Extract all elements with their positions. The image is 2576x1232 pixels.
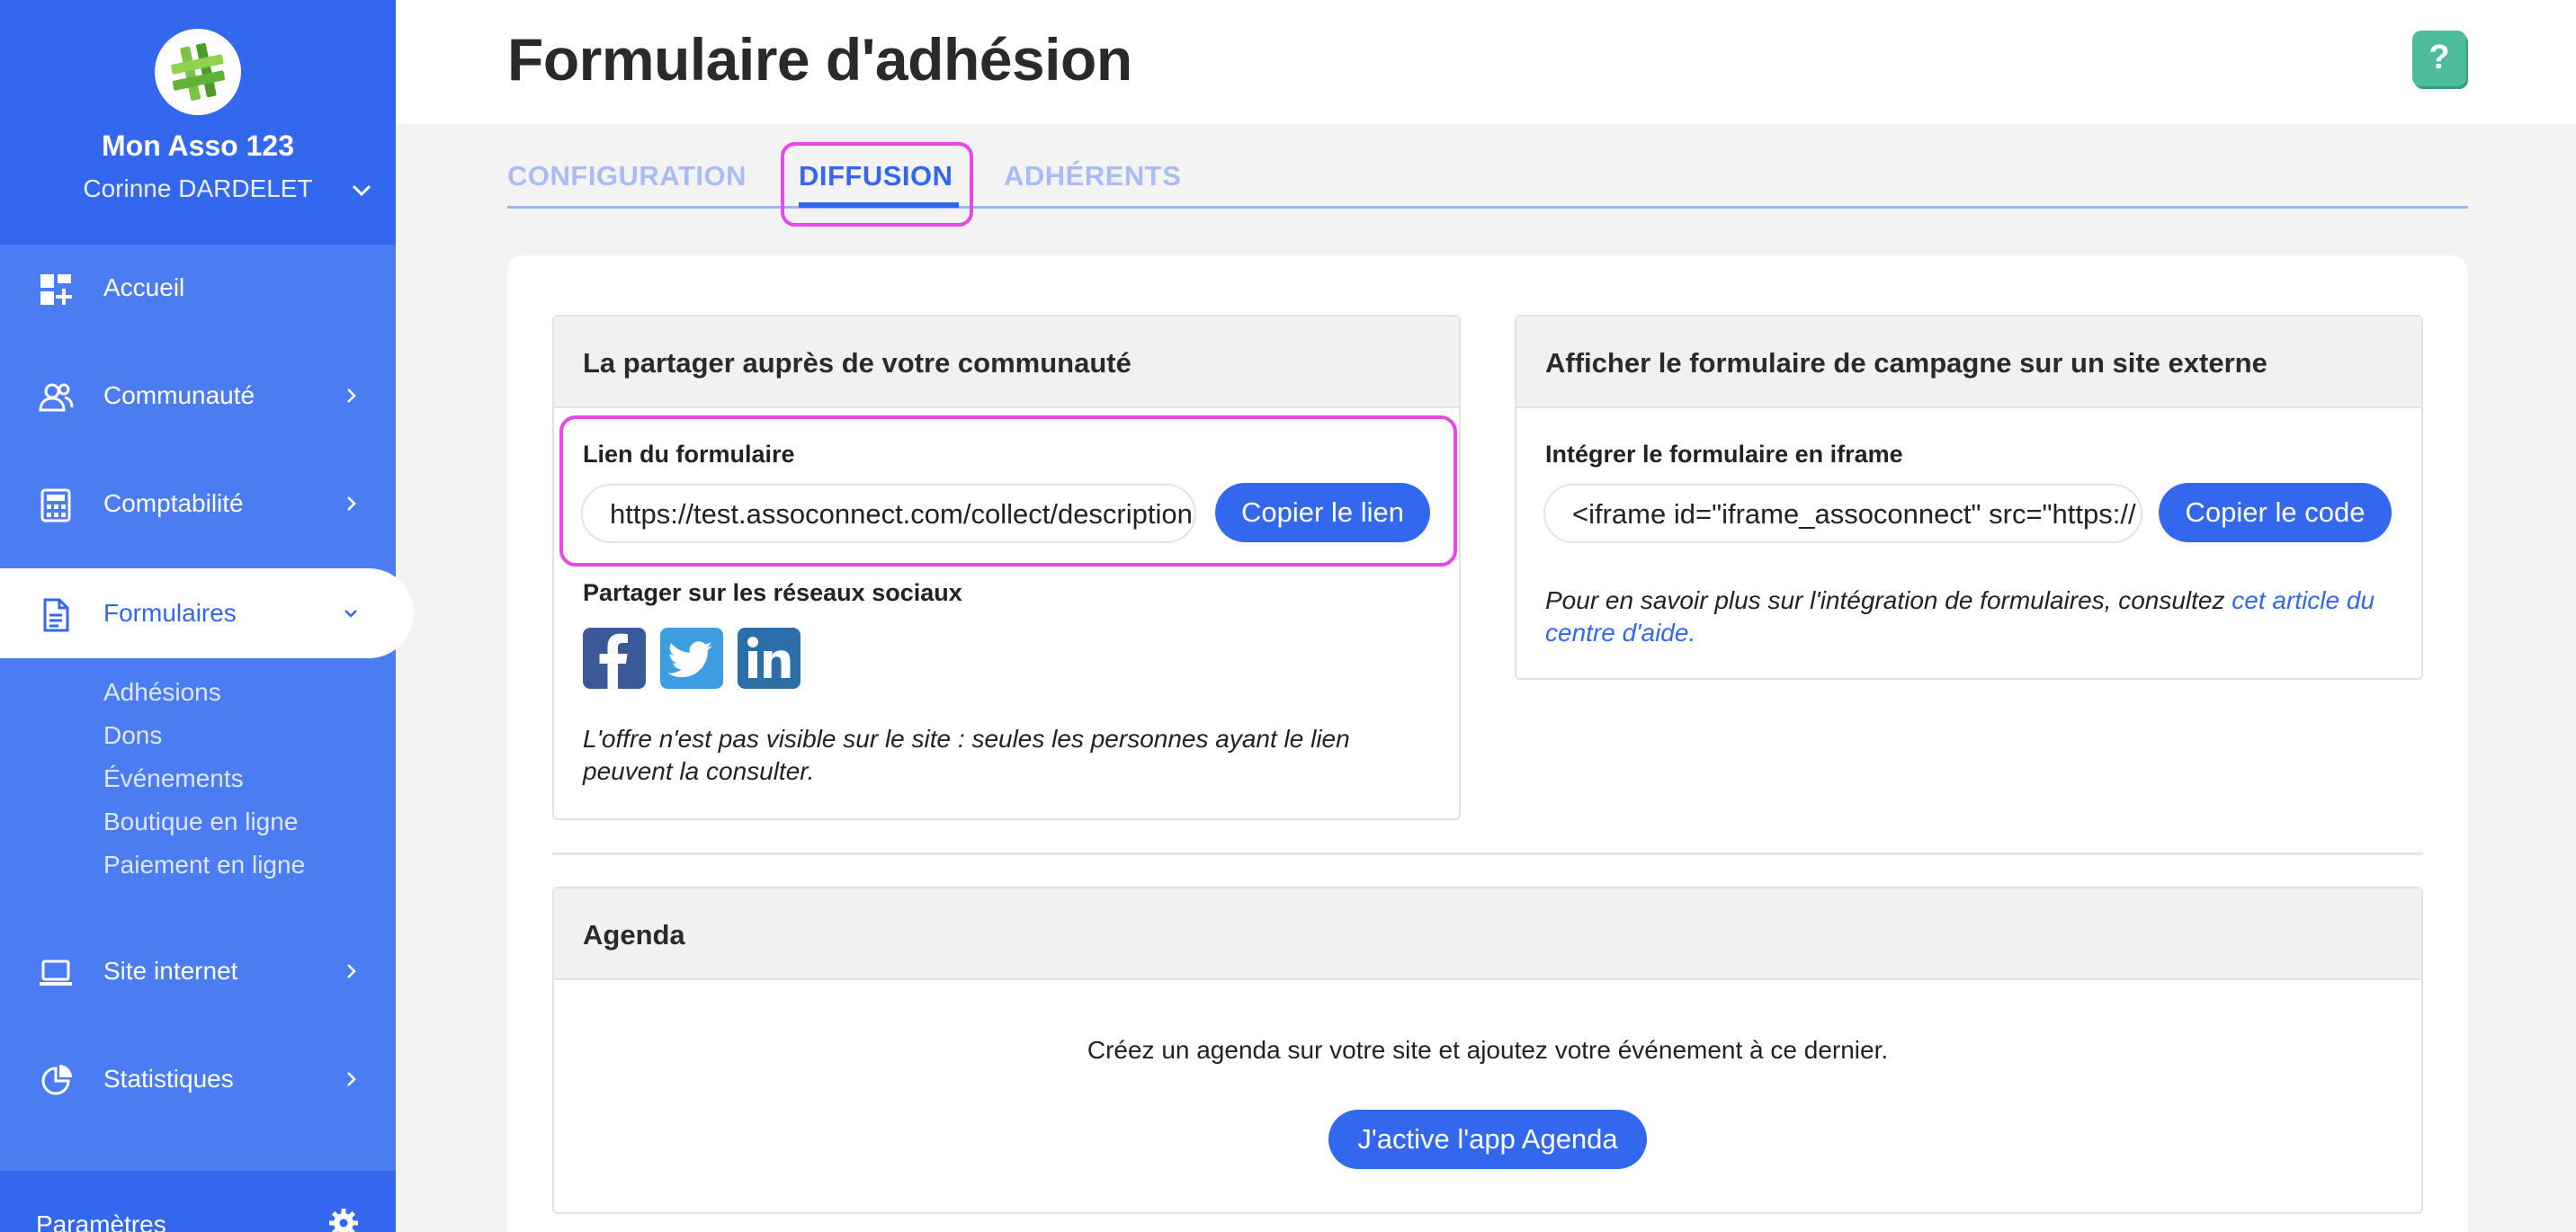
- sidebar-footer[interactable]: Paramètres: [0, 1171, 396, 1232]
- sidebar-item-label: Statistiques: [103, 1065, 234, 1093]
- tab-adherents[interactable]: ADHÉRENTS: [1004, 160, 1181, 192]
- sidebar-subitem-evenements[interactable]: Événements: [103, 764, 244, 793]
- sidebar-subitem-paiement[interactable]: Paiement en ligne: [103, 851, 305, 879]
- embed-help-text: Pour en savoir plus sur l'intégration de…: [1545, 585, 2391, 649]
- chevron-right-icon: [347, 1072, 356, 1086]
- activate-agenda-button[interactable]: J'active l'app Agenda: [1328, 1110, 1647, 1169]
- agenda-panel-title: Agenda: [583, 919, 685, 951]
- sidebar-header: Mon Asso 123 Corinne DARDELET: [0, 0, 396, 245]
- share-notice: L'offre n'est pas visible sur le site : …: [583, 725, 1350, 785]
- iframe-label: Intégrer le formulaire en iframe: [1545, 441, 1903, 468]
- sidebar-subitem-dons[interactable]: Dons: [103, 721, 162, 750]
- tab-highlight-annotation: [781, 142, 973, 227]
- iframe-code-input[interactable]: <iframe id="iframe_assoconnect" src="htt…: [1543, 484, 2142, 543]
- sidebar-item-label: Site internet: [103, 957, 238, 985]
- share-panel-title: La partager auprès de votre communauté: [583, 347, 1131, 379]
- sidebar-item-statistiques[interactable]: Statistiques: [0, 1034, 396, 1124]
- chevron-down-icon: [344, 610, 357, 618]
- link-highlight-annotation: [559, 415, 1457, 567]
- section-divider: [552, 853, 2423, 855]
- dashboard-icon: [40, 274, 72, 305]
- sidebar-item-label: Comptabilité: [103, 489, 244, 517]
- settings-label: Paramètres: [36, 1210, 166, 1232]
- calculator-icon: [40, 488, 71, 522]
- help-button[interactable]: ?: [2412, 31, 2466, 86]
- tab-configuration[interactable]: CONFIGURATION: [507, 160, 747, 192]
- pie-chart-icon: [41, 1065, 72, 1095]
- user-name[interactable]: Corinne DARDELET: [0, 174, 396, 203]
- gear-icon[interactable]: [327, 1207, 360, 1232]
- sidebar-subitem-adhesions[interactable]: Adhésions: [103, 678, 221, 707]
- laptop-icon: [40, 960, 72, 986]
- org-logo[interactable]: [155, 29, 241, 115]
- agenda-panel-header: Agenda: [554, 888, 2421, 980]
- chevron-right-icon: [347, 496, 356, 511]
- chevron-right-icon: [347, 388, 356, 403]
- org-name: Mon Asso 123: [102, 129, 294, 162]
- twitter-icon[interactable]: [660, 628, 723, 689]
- sidebar-subitem-boutique[interactable]: Boutique en ligne: [103, 808, 298, 836]
- social-share-label: Partager sur les réseaux sociaux: [583, 579, 962, 606]
- sidebar-item-communaute[interactable]: Communauté: [0, 351, 396, 441]
- embed-panel-title: Afficher le formulaire de campagne sur u…: [1545, 347, 2267, 379]
- copy-code-button[interactable]: Copier le code: [2159, 483, 2392, 542]
- chevron-down-icon[interactable]: [349, 178, 374, 203]
- page-title: Formulaire d'adhésion: [507, 26, 1132, 93]
- sidebar-item-accueil[interactable]: Accueil: [0, 243, 396, 333]
- document-icon: [43, 598, 69, 632]
- agenda-description: Créez un agenda sur votre site et ajoute…: [1087, 1036, 1889, 1064]
- chevron-right-icon: [347, 964, 356, 978]
- sidebar: Mon Asso 123 Corinne DARDELET Accueil Co…: [0, 0, 414, 1232]
- embed-panel-header: Afficher le formulaire de campagne sur u…: [1516, 317, 2421, 408]
- sidebar-item-formulaires[interactable]: Formulaires: [0, 568, 414, 658]
- sidebar-item-label: Accueil: [103, 273, 185, 301]
- page-header: Formulaire d'adhésion ?: [396, 0, 2576, 124]
- sidebar-item-label: Formulaires: [103, 599, 237, 627]
- sidebar-item-label: Communauté: [103, 381, 255, 409]
- hash-logo-icon: [171, 42, 226, 101]
- users-icon: [39, 383, 74, 412]
- sidebar-item-comptabilite[interactable]: Comptabilité: [0, 459, 396, 549]
- embed-help-prefix: Pour en savoir plus sur l'intégration de…: [1545, 586, 2232, 614]
- facebook-icon[interactable]: [583, 628, 646, 689]
- share-panel-header: La partager auprès de votre communauté: [554, 317, 1459, 408]
- sidebar-item-site-internet[interactable]: Site internet: [0, 926, 396, 1016]
- linkedin-icon[interactable]: [738, 628, 801, 689]
